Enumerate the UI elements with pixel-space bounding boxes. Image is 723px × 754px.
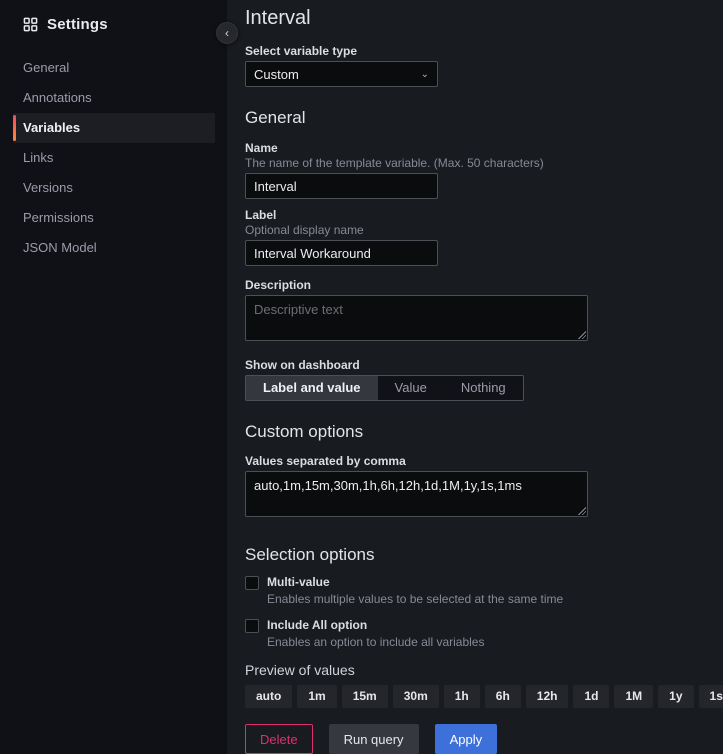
values-label: Values separated by comma [245, 454, 705, 469]
settings-sidebar: Settings General Annotations Variables L… [0, 0, 227, 754]
preview-of-values-label: Preview of values [245, 661, 705, 679]
preview-chip: 1y [658, 685, 693, 708]
page-title: Interval [245, 5, 705, 31]
preview-chip: 1s [699, 685, 723, 708]
sidebar-collapse-button[interactable]: ‹ [216, 22, 238, 44]
variable-editor-panel: Interval Select variable type Custom ⌄ G… [227, 0, 723, 754]
include-all-checkbox[interactable] [245, 619, 259, 633]
multi-value-checkbox[interactable] [245, 576, 259, 590]
chevron-left-icon: ‹ [225, 26, 229, 40]
resize-handle-icon[interactable] [577, 330, 586, 339]
preview-chip: 30m [393, 685, 439, 708]
label-input[interactable] [245, 240, 438, 266]
chevron-down-icon: ⌄ [421, 69, 429, 80]
delete-button[interactable]: Delete [245, 724, 313, 754]
action-buttons: Delete Run query Apply [245, 724, 705, 754]
preview-chip: 1m [297, 685, 336, 708]
radio-option-nothing[interactable]: Nothing [444, 376, 523, 400]
sidebar-item-versions[interactable]: Versions [13, 173, 215, 203]
values-textarea[interactable]: auto,1m,15m,30m,1h,6h,12h,1d,1M,1y,1s,1m… [245, 471, 588, 517]
show-on-dashboard-radio-group: Label and value Value Nothing [245, 375, 524, 401]
sidebar-title: Settings [47, 16, 108, 33]
radio-option-label-and-value[interactable]: Label and value [246, 376, 378, 400]
variable-type-value: Custom [254, 67, 299, 82]
multi-value-row: Multi-value Enables multiple values to b… [245, 575, 705, 607]
custom-options-heading: Custom options [245, 421, 705, 443]
name-label: Name [245, 141, 705, 156]
general-section-heading: General [245, 107, 705, 129]
name-hint: The name of the template variable. (Max.… [245, 156, 705, 171]
preview-chip: 1h [444, 685, 480, 708]
description-textarea[interactable] [245, 295, 588, 341]
sidebar-item-variables[interactable]: Variables [13, 113, 215, 143]
sidebar-item-links[interactable]: Links [13, 143, 215, 173]
include-all-description: Enables an option to include all variabl… [267, 635, 484, 650]
preview-chip: 6h [485, 685, 521, 708]
variable-type-label: Select variable type [245, 44, 705, 59]
settings-header: Settings [0, 13, 227, 35]
show-on-dashboard-label: Show on dashboard [245, 358, 705, 373]
preview-chip: 1M [614, 685, 653, 708]
dashboard-settings-window: Settings General Annotations Variables L… [0, 0, 723, 754]
apps-grid-icon [23, 17, 38, 32]
preview-values-list: auto 1m 15m 30m 1h 6h 12h 1d 1M 1y 1s 1m… [245, 685, 705, 708]
sidebar-item-json-model[interactable]: JSON Model [13, 233, 215, 263]
sidebar-item-general[interactable]: General [13, 53, 215, 83]
apply-button[interactable]: Apply [435, 724, 498, 754]
name-input[interactable] [245, 173, 438, 199]
include-all-row: Include All option Enables an option to … [245, 618, 705, 650]
resize-handle-icon[interactable] [577, 506, 586, 515]
sidebar-item-annotations[interactable]: Annotations [13, 83, 215, 113]
settings-nav: General Annotations Variables Links Vers… [0, 53, 227, 263]
label-hint: Optional display name [245, 223, 705, 238]
run-query-button[interactable]: Run query [329, 724, 419, 754]
preview-chip: 1d [573, 685, 609, 708]
include-all-label: Include All option [267, 618, 484, 633]
description-label: Description [245, 278, 705, 293]
preview-chip: auto [245, 685, 292, 708]
preview-chip: 12h [526, 685, 569, 708]
preview-chip: 15m [342, 685, 388, 708]
multi-value-label: Multi-value [267, 575, 563, 590]
radio-option-value[interactable]: Value [378, 376, 444, 400]
multi-value-description: Enables multiple values to be selected a… [267, 592, 563, 607]
selection-options-heading: Selection options [245, 544, 705, 566]
sidebar-item-permissions[interactable]: Permissions [13, 203, 215, 233]
variable-type-select[interactable]: Custom ⌄ [245, 61, 438, 87]
label-label: Label [245, 208, 705, 223]
